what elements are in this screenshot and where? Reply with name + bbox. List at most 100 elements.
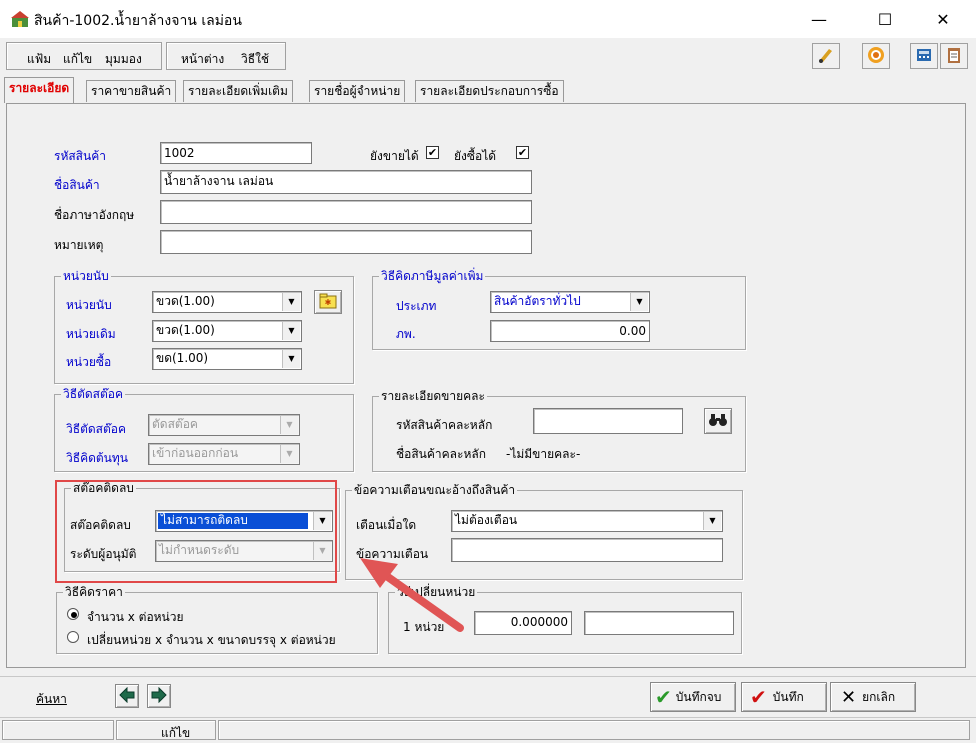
stock-cut-method-label: วิธีตัดสต๊อค	[66, 422, 126, 436]
negative-stock-value: ไม่สามารถติดลบ	[161, 513, 248, 527]
tab-more-details[interactable]: รายละเอียดเพิ่มเติม	[183, 80, 293, 102]
negative-stock-label: สต๊อคติดลบ	[70, 518, 131, 532]
warn-when-select[interactable]: ไม่ต้องเตือน ▼	[451, 510, 723, 532]
next-button[interactable]	[147, 684, 171, 708]
vat-group-title: วิธีคิดภาษีมูลค่าเพิ่ม	[379, 269, 486, 283]
price-option-1-radio[interactable]	[67, 608, 79, 620]
can-buy-checkbox[interactable]: ✔	[516, 146, 529, 159]
checkmark-red-icon: ✔	[750, 685, 767, 709]
chevron-down-icon: ▼	[630, 293, 648, 311]
binoculars-icon	[708, 412, 728, 431]
chevron-down-icon: ▼	[703, 512, 721, 530]
checkmark-icon: ✔	[517, 146, 528, 159]
price-option-2-radio[interactable]	[67, 631, 79, 643]
vat-type-select[interactable]: สินค้าอัตราทั่วไป ▼	[490, 291, 650, 313]
chevron-down-icon: ▼	[313, 542, 331, 560]
unit-factor-input[interactable]: 0.000000	[474, 611, 572, 635]
unit-browse-button[interactable]: ✱	[314, 290, 342, 314]
chevron-down-icon: ▼	[280, 445, 298, 463]
negative-stock-select[interactable]: ไม่สามารถติดลบ ▼	[155, 510, 333, 532]
tab-strip: รายละเอียด ราคาขายสินค้า รายละเอียดเพิ่ม…	[0, 76, 976, 104]
stock-cut-group-title: วิธีตัดสต๊อค	[61, 387, 125, 401]
cost-method-select[interactable]: เข้าก่อนออกก่อน ▼	[148, 443, 300, 465]
status-mode: แก้ไข	[161, 726, 191, 740]
stock-cut-method-value: ตัดสต๊อค	[152, 417, 198, 431]
save-label: บันทึก	[772, 689, 804, 704]
menu-view[interactable]: มุมมอง	[105, 50, 142, 69]
sell-unit-label: หน่วยเดิม	[66, 327, 116, 341]
english-name-input[interactable]	[160, 200, 532, 224]
search-button[interactable]	[704, 408, 732, 434]
chevron-down-icon: ▼	[280, 416, 298, 434]
warn-message-input[interactable]	[451, 538, 723, 562]
menu-window[interactable]: หน้าต่าง	[181, 50, 224, 69]
status-cell-1	[2, 720, 114, 740]
close-x-icon: ✕	[841, 686, 857, 708]
unit-label: หน่วยนับ	[66, 298, 112, 312]
arrow-left-icon	[119, 686, 135, 706]
stock-cut-method-select[interactable]: ตัดสต๊อค ▼	[148, 414, 300, 436]
assortment-group-title: รายละเอียดขายคละ	[379, 389, 487, 403]
product-name-input[interactable]: น้ำยาล้างจาน เลม่อน	[160, 170, 532, 194]
english-name-label: ชื่อภาษาอังกฤษ	[54, 208, 135, 222]
menu-group-window: หน้าต่าง วิธีใช้	[166, 42, 286, 70]
assortment-main-code-label: รหัสสินค้าคละหลัก	[396, 418, 493, 432]
clipboard-button[interactable]	[940, 43, 968, 69]
cost-method-value: เข้าก่อนออกก่อน	[152, 446, 239, 460]
save-close-button[interactable]: ✔ บันทึกจบ	[650, 682, 736, 712]
calculator-button[interactable]	[910, 43, 938, 69]
sell-unit-select[interactable]: ขวด(1.00) ▼	[152, 320, 302, 342]
target-icon	[867, 46, 885, 67]
product-code-input[interactable]: 1002	[160, 142, 312, 164]
sell-unit-value: ขวด(1.00)	[156, 323, 215, 337]
buy-unit-label: หน่วยซื้อ	[66, 355, 112, 369]
remark-label: หมายเหตุ	[54, 238, 104, 252]
vat-rate-label: ภพ.	[396, 327, 416, 341]
menu-edit[interactable]: แก้ไข	[63, 50, 92, 69]
tab-vendors[interactable]: รายชื่อผู้จำหน่าย	[309, 80, 406, 102]
status-bar: แก้ไข	[0, 717, 976, 741]
search-link[interactable]: ค้นหา	[36, 690, 67, 709]
tab-sale-price[interactable]: ราคาขายสินค้า	[86, 80, 177, 102]
menu-file[interactable]: แฟ้ม	[27, 50, 51, 69]
cancel-button[interactable]: ✕ ยกเลิก	[830, 682, 916, 712]
product-name-label: ชื่อสินค้า	[54, 178, 100, 192]
can-sell-checkbox[interactable]: ✔	[426, 146, 439, 159]
remark-input[interactable]	[160, 230, 532, 254]
unit-extra-input[interactable]	[584, 611, 734, 635]
approver-level-select[interactable]: ไม่กำหนดระดับ ▼	[155, 540, 333, 562]
checkmark-icon: ✔	[427, 146, 438, 159]
unit-value: ขวด(1.00)	[156, 294, 215, 308]
window-title: สินค้า-1002.น้ำยาล้างจาน เลม่อน	[34, 13, 242, 29]
phone-button[interactable]	[812, 43, 840, 69]
cost-method-label: วิธีคิดต้นทุน	[66, 451, 128, 465]
close-button[interactable]: ✕	[920, 0, 966, 38]
approver-level-label: ระดับผู้อนุมัติ	[70, 547, 137, 561]
assortment-main-code-input[interactable]	[533, 408, 683, 434]
approver-level-value: ไม่กำหนดระดับ	[159, 543, 240, 557]
vat-rate-input[interactable]: 0.00	[490, 320, 650, 342]
vat-type-value: สินค้าอัตราทั่วไป	[494, 294, 581, 308]
tab-details[interactable]: รายละเอียด	[4, 77, 75, 103]
title-bar: สินค้า-1002.น้ำยาล้างจาน เลม่อน — ☐ ✕	[0, 0, 976, 38]
target-button[interactable]	[862, 43, 890, 69]
warn-when-value: ไม่ต้องเตือน	[455, 513, 518, 527]
buy-unit-value: ขด(1.00)	[156, 351, 209, 365]
svg-text:✱: ✱	[325, 298, 332, 307]
units-group-title: หน่วยนับ	[61, 269, 111, 283]
minimize-button[interactable]: —	[796, 0, 842, 38]
clipboard-icon	[945, 46, 963, 67]
menu-help[interactable]: วิธีใช้	[241, 50, 269, 69]
unit-select[interactable]: ขวด(1.00) ▼	[152, 291, 302, 313]
tab-purchase-details[interactable]: รายละเอียดประกอบการซื้อ	[415, 80, 564, 102]
maximize-button[interactable]: ☐	[862, 0, 908, 38]
can-buy-label: ยังซื้อได้	[454, 149, 497, 163]
buy-unit-select[interactable]: ขด(1.00) ▼	[152, 348, 302, 370]
menu-group-main: แฟ้ม แก้ไข มุมมอง	[6, 42, 162, 70]
minimize-icon: —	[811, 9, 827, 29]
price-option-2-label: เปลี่ยนหน่วย x จำนวน x ขนาดบรรจุ x ต่อหน…	[87, 633, 336, 647]
close-icon: ✕	[936, 9, 950, 29]
prev-button[interactable]	[115, 684, 139, 708]
chevron-down-icon: ▼	[282, 322, 300, 340]
save-button[interactable]: ✔ บันทึก	[741, 682, 827, 712]
